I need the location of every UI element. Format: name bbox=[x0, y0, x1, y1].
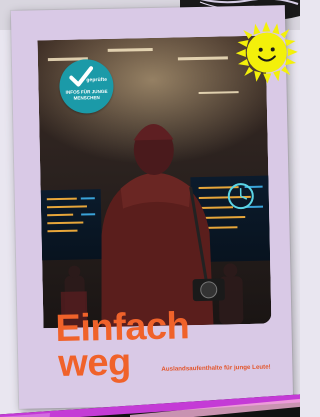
smiley-sun-icon bbox=[235, 21, 298, 84]
background-print-fragment-bottom bbox=[0, 394, 300, 417]
brochure-cover: geprüfte INFOS FÜR JUNGE MENSCHEN Einfac… bbox=[10, 5, 298, 409]
badge-small-label: geprüfte bbox=[86, 76, 108, 84]
cover-subtitle: Auslandsaufenthalte für junge Leute! bbox=[161, 363, 271, 373]
badge-text: INFOS FÜR JUNGE MENSCHEN bbox=[65, 88, 108, 101]
scene: geprüfte INFOS FÜR JUNGE MENSCHEN Einfac… bbox=[0, 0, 300, 417]
